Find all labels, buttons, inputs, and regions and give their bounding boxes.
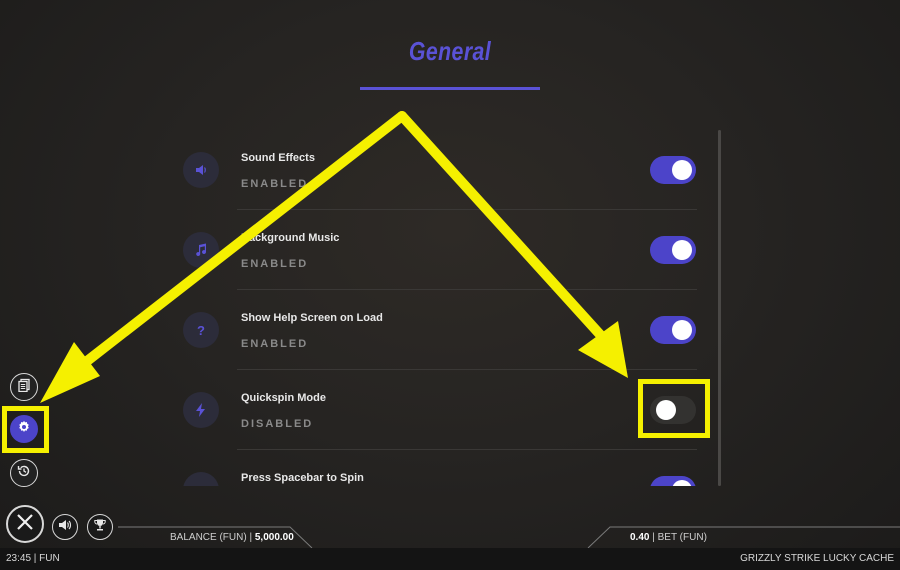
setting-label: Background Music <box>241 232 340 244</box>
page-title: General <box>408 36 492 66</box>
setting-label: Press Spacebar to Spin <box>241 472 364 484</box>
setting-status: ENABLED <box>241 338 309 350</box>
help-screen-toggle[interactable] <box>650 316 696 344</box>
spacebar-icon <box>183 472 219 486</box>
speaker-icon <box>183 152 219 188</box>
sound-effects-toggle[interactable] <box>650 156 696 184</box>
toggle-knob <box>672 240 692 260</box>
toggle-knob <box>672 320 692 340</box>
setting-row-spacebar: Press Spacebar to Spin <box>183 450 713 486</box>
settings-list[interactable]: Sound Effects ENABLED Background Music E… <box>183 130 713 486</box>
spacebar-toggle[interactable] <box>650 476 696 486</box>
setting-row-background-music: Background Music ENABLED <box>183 210 713 290</box>
setting-label: Show Help Screen on Load <box>241 312 383 324</box>
setting-row-help-screen: ? Show Help Screen on Load ENABLED <box>183 290 713 370</box>
arrow-head-settings <box>40 342 100 403</box>
toggle-knob <box>672 160 692 180</box>
scrollbar-thumb[interactable] <box>718 130 721 486</box>
setting-row-sound-effects: Sound Effects ENABLED <box>183 130 713 210</box>
balance-value: 5,000.00 <box>254 532 294 543</box>
bet-separator: | <box>652 532 655 543</box>
setting-status: ENABLED <box>241 178 309 190</box>
title-underline <box>360 87 540 90</box>
paytable-button[interactable] <box>10 373 38 401</box>
bet-value: 0.40 <box>630 532 650 543</box>
balance-separator: | <box>249 532 253 543</box>
settings-screen: General Sound Effects ENABLED Background… <box>0 0 900 570</box>
lightning-icon <box>183 392 219 428</box>
bet-label: BET (FUN) <box>657 532 707 543</box>
setting-row-quickspin: Quickspin Mode DISABLED <box>183 370 713 450</box>
setting-status: ENABLED <box>241 258 309 270</box>
setting-label: Sound Effects <box>241 152 315 164</box>
toggle-knob <box>672 480 692 486</box>
highlight-quickspin-toggle <box>638 379 710 438</box>
setting-label: Quickspin Mode <box>241 392 326 404</box>
balance-label: BALANCE (FUN) <box>170 532 247 543</box>
question-mark-icon: ? <box>183 312 219 348</box>
history-button[interactable] <box>10 459 38 487</box>
music-note-icon <box>183 232 219 268</box>
footer-bar: 23:45 | FUN GRIZZLY STRIKE LUCKY CACHE <box>0 548 900 570</box>
clock-display: 23:45 | FUN <box>6 553 60 564</box>
highlight-settings-button <box>2 406 49 453</box>
history-icon <box>17 464 31 483</box>
scrollbar[interactable] <box>718 130 721 486</box>
setting-status: DISABLED <box>241 418 314 430</box>
paytable-icon <box>17 378 31 397</box>
status-bar-frame <box>118 526 900 548</box>
background-music-toggle[interactable] <box>650 236 696 264</box>
game-title: GRIZZLY STRIKE LUCKY CACHE <box>740 553 894 564</box>
